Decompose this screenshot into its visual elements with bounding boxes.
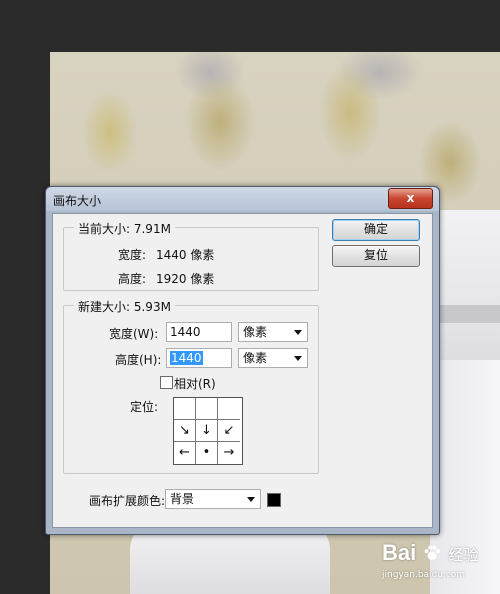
current-height-label: 高度: — [118, 272, 147, 286]
chevron-down-icon — [294, 356, 302, 361]
extension-color-label: 画布扩展颜色: — [89, 494, 166, 508]
anchor-cell-bottom-right[interactable]: → — [218, 442, 240, 464]
relative-label: 相对(R) — [174, 377, 216, 391]
new-height-input[interactable]: 1440 — [166, 348, 232, 368]
new-size-legend: 新建大小: 5.93M — [74, 298, 175, 315]
new-height-selected-text: 1440 — [170, 351, 203, 365]
new-height-unit-select[interactable]: 像素 — [238, 348, 308, 368]
current-width-label: 宽度: — [118, 248, 147, 262]
baidu-watermark: Bai 经验 jingyan.baidu.com — [382, 540, 479, 580]
close-button[interactable]: x — [388, 188, 433, 209]
current-width-value: 1440 像素 — [156, 248, 215, 262]
new-height-label: 高度(H): — [115, 353, 162, 367]
current-height-value: 1920 像素 — [156, 272, 215, 286]
current-size-legend: 当前大小: 7.91M — [74, 220, 175, 237]
anchor-cell-bottom-center[interactable]: • — [196, 442, 218, 464]
chevron-down-icon — [294, 330, 302, 335]
anchor-label: 定位: — [130, 400, 159, 414]
anchor-cell-middle-right[interactable]: ↙ — [218, 420, 240, 442]
anchor-grid: ↘ ↓ ↙ ← • → — [173, 397, 243, 465]
new-width-input[interactable]: 1440 — [166, 322, 232, 342]
anchor-cell-bottom-left[interactable]: ← — [174, 442, 196, 464]
anchor-cell-top-left[interactable] — [174, 398, 196, 420]
chevron-down-icon — [247, 497, 255, 502]
anchor-cell-top-right[interactable] — [218, 398, 240, 420]
dialog-title: 画布大小 — [53, 194, 102, 208]
watermark-jingyan-text: 经验 — [448, 546, 479, 564]
new-width-label: 宽度(W): — [109, 327, 159, 341]
paw-icon — [424, 545, 441, 560]
dialog-client-area: 当前大小: 7.91M 宽度: 1440 像素 高度: 1920 像素 确定 复… — [52, 213, 433, 528]
canvas-size-dialog: 画布大小 x 当前大小: 7.91M 宽度: 1440 像素 高度: 1920 … — [45, 186, 440, 535]
anchor-cell-middle-left[interactable]: ↘ — [174, 420, 196, 442]
extension-color-value: 背景 — [170, 492, 195, 506]
reset-button[interactable]: 复位 — [332, 245, 420, 267]
new-width-unit-value: 像素 — [243, 325, 268, 339]
ok-button[interactable]: 确定 — [332, 219, 420, 241]
watermark-url: jingyan.baidu.com — [382, 570, 466, 580]
watermark-logo-text: Bai — [382, 540, 417, 565]
dialog-titlebar[interactable]: 画布大小 x — [46, 187, 439, 211]
anchor-cell-top-center[interactable] — [196, 398, 218, 420]
extension-color-select[interactable]: 背景 — [165, 489, 261, 509]
extension-color-swatch[interactable] — [267, 493, 281, 507]
new-width-unit-select[interactable]: 像素 — [238, 322, 308, 342]
anchor-cell-middle-center[interactable]: ↓ — [196, 420, 218, 442]
current-size-group: 当前大小: 7.91M 宽度: 1440 像素 高度: 1920 像素 — [63, 220, 319, 291]
new-height-unit-value: 像素 — [243, 351, 268, 365]
relative-checkbox[interactable] — [160, 376, 173, 389]
